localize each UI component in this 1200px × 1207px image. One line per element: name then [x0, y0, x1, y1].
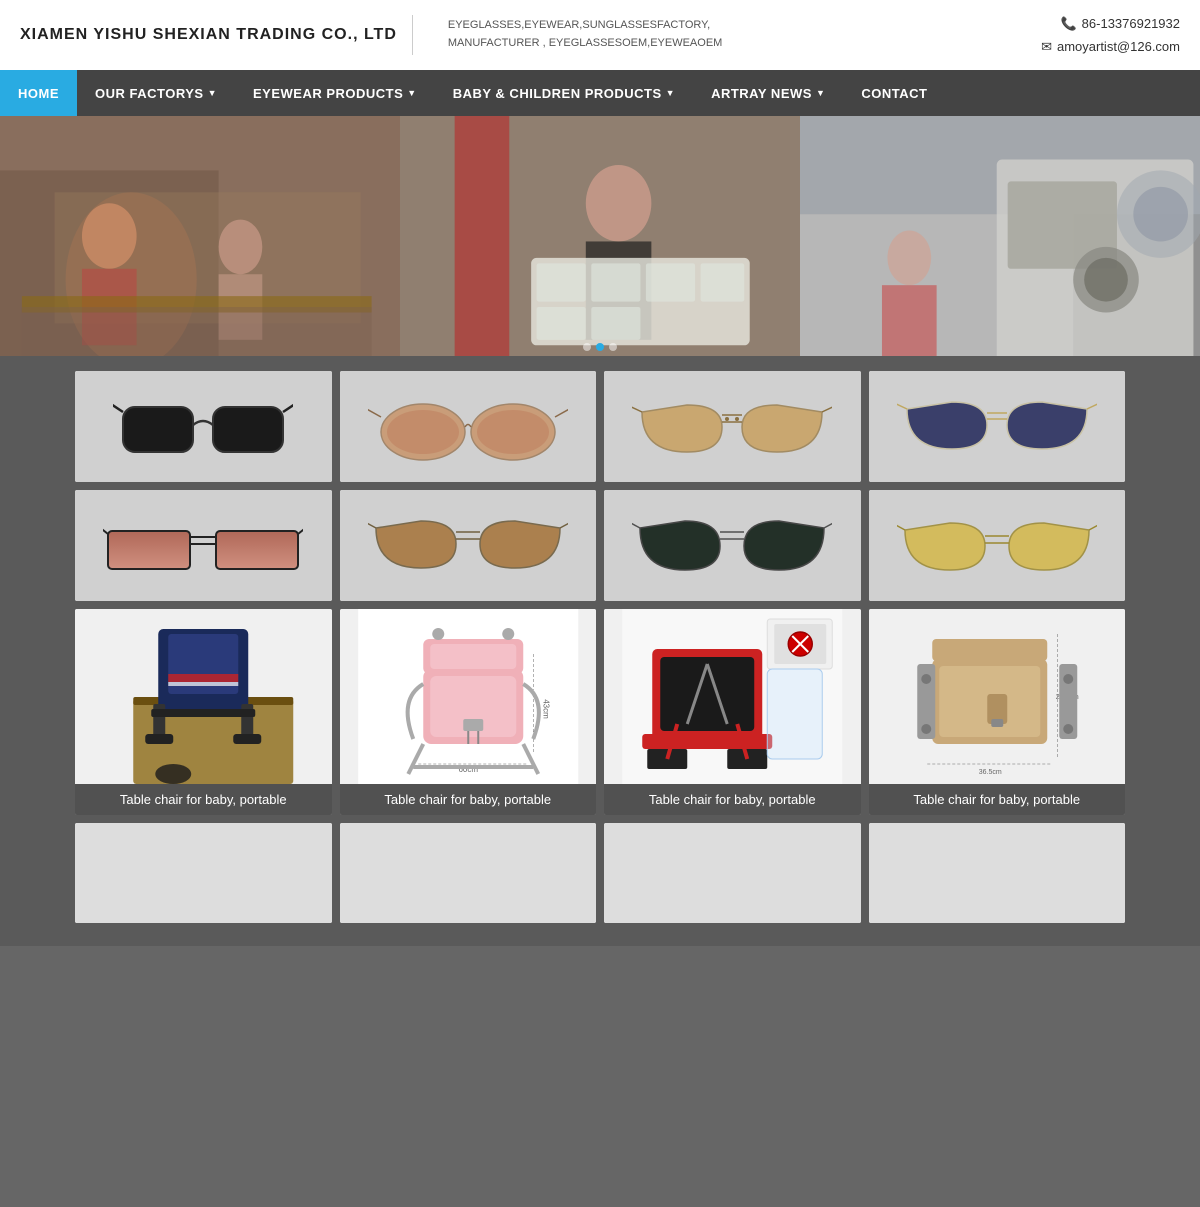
product-card-partial-3[interactable]	[604, 823, 861, 923]
email-icon: ✉	[1041, 35, 1052, 58]
svg-text:43cm: 43cm	[541, 699, 550, 719]
product-image-partial-4	[869, 823, 1126, 923]
svg-text:36.5cm: 36.5cm	[978, 769, 1001, 776]
header-divider	[412, 15, 413, 55]
product-card-partial-4[interactable]	[869, 823, 1126, 923]
hero-images	[0, 116, 1200, 356]
product-card-baby3[interactable]: Table chair for baby, portable	[604, 609, 861, 815]
product-image-classic	[75, 371, 332, 482]
hero-dot-2[interactable]	[596, 343, 604, 351]
product-image-baby3	[604, 609, 861, 784]
products-row-3: Table chair for baby, portable 60cm 43cm	[75, 609, 1125, 815]
nav-home[interactable]: HOME	[0, 70, 77, 116]
phone-number: 86-13376921932	[1082, 12, 1180, 35]
product-image-baby4: 26.5cm 36.5cm	[869, 609, 1126, 784]
product-image-metal-wide	[75, 490, 332, 601]
product-label-baby3: Table chair for baby, portable	[604, 784, 861, 815]
product-card-classic[interactable]: Classic Style Sunglasses	[75, 371, 332, 482]
header-left: XIAMEN YISHU SHEXIAN TRADING CO., LTD EY…	[20, 15, 722, 55]
nav-factorys[interactable]: OUR FACTORYS ▼	[77, 70, 235, 116]
header-contact: 📞 86-13376921932 ✉ amoyartist@126.com	[1041, 12, 1180, 59]
header-tagline: EYEGLASSES,EYEWEAR,SUNGLASSESFACTORY, MA…	[448, 17, 722, 52]
nav-baby[interactable]: BABY & CHILDREN PRODUCTS ▼	[435, 70, 693, 116]
products-row-4	[75, 823, 1125, 923]
product-image-metal-round	[340, 371, 597, 482]
product-label-baby2: Table chair for baby, portable	[340, 784, 597, 815]
product-image-partial-1	[75, 823, 332, 923]
product-card-baby1[interactable]: Table chair for baby, portable	[75, 609, 332, 815]
hero-dot-1[interactable]	[583, 343, 591, 351]
hero-image-1	[0, 116, 400, 356]
product-label-baby1: Table chair for baby, portable	[75, 784, 332, 815]
hero-dot-3[interactable]	[609, 343, 617, 351]
email-address: amoyartist@126.com	[1057, 35, 1180, 58]
product-image-metal-aviator2	[340, 490, 597, 601]
phone-icon: 📞	[1060, 12, 1076, 35]
product-image-metal-aviator-brown	[604, 371, 861, 482]
product-image-metal-optical	[869, 490, 1126, 601]
product-card-metal-aviator-brown[interactable]: Metal Frame Sunglasses	[604, 371, 861, 482]
product-image-metal-aviator-dark	[869, 371, 1126, 482]
chevron-down-icon: ▼	[407, 88, 416, 98]
nav-eyewear[interactable]: EYEWEAR PRODUCTS ▼	[235, 70, 435, 116]
product-image-baby2: 60cm 43cm	[340, 609, 597, 784]
hero-image-3	[800, 116, 1200, 356]
product-card-partial-2[interactable]	[340, 823, 597, 923]
product-card-baby4[interactable]: 26.5cm 36.5cm	[869, 609, 1126, 815]
products-row-1: Classic Style Sunglasses	[75, 371, 1125, 482]
product-card-metal-black-aviator[interactable]: Metal Frame Sunglasses	[604, 490, 861, 601]
product-card-partial-1[interactable]	[75, 823, 332, 923]
product-card-metal-optical[interactable]: Metal Frame Optical Glasses	[869, 490, 1126, 601]
product-card-metal-aviator2[interactable]: Metal Frame Sunglasses	[340, 490, 597, 601]
hero-image-2	[400, 116, 800, 356]
product-label-baby4: Table chair for baby, portable	[869, 784, 1126, 815]
product-card-metal-wide[interactable]: Metal Frame Sunglasses	[75, 490, 332, 601]
chevron-down-icon: ▼	[208, 88, 217, 98]
site-header: XIAMEN YISHU SHEXIAN TRADING CO., LTD EY…	[0, 0, 1200, 70]
hero-dots	[583, 343, 617, 351]
product-image-partial-2	[340, 823, 597, 923]
product-card-metal-round[interactable]: Metal Frame Sunglasses	[340, 371, 597, 482]
chevron-down-icon: ▼	[666, 88, 675, 98]
product-card-metal-aviator-dark[interactable]: Metal Frame Sunglasses	[869, 371, 1126, 482]
main-nav: HOME OUR FACTORYS ▼ EYEWEAR PRODUCTS ▼ B…	[0, 70, 1200, 116]
company-name: XIAMEN YISHU SHEXIAN TRADING CO., LTD	[20, 26, 397, 44]
products-section: Classic Style Sunglasses	[0, 356, 1200, 946]
product-card-baby2[interactable]: 60cm 43cm	[340, 609, 597, 815]
product-image-baby1	[75, 609, 332, 784]
nav-contact[interactable]: CONTACT	[843, 70, 945, 116]
hero-banner	[0, 116, 1200, 356]
product-image-partial-3	[604, 823, 861, 923]
products-row-2: Metal Frame Sunglasses Metal Frame S	[75, 490, 1125, 601]
product-image-metal-black-aviator	[604, 490, 861, 601]
nav-news[interactable]: ARTRAY NEWS ▼	[693, 70, 843, 116]
chevron-down-icon: ▼	[816, 88, 825, 98]
